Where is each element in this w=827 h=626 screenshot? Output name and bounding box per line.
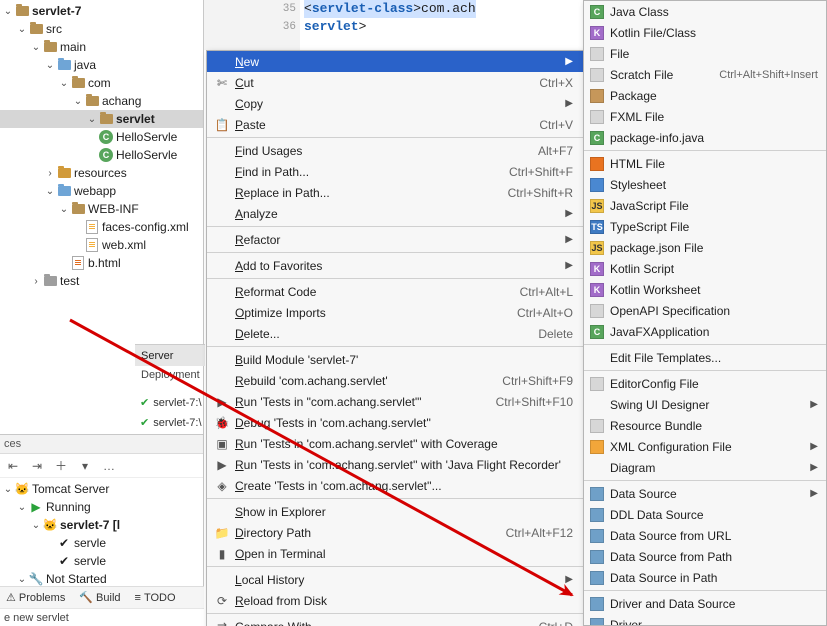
deployment-tab[interactable]: Deployment — [135, 366, 205, 384]
context-menu-item[interactable]: 📋PasteCtrl+V — [207, 114, 583, 135]
tree-node[interactable]: b.html — [0, 254, 203, 272]
context-menu-item[interactable]: Add to Favorites▶ — [207, 255, 583, 276]
services-panel-header: ces — [0, 435, 203, 454]
context-menu-item[interactable]: Show in Explorer — [207, 501, 583, 522]
submenu-item[interactable]: Driver and Data Source — [584, 593, 826, 614]
settings-icon[interactable]: … — [100, 457, 118, 475]
submenu-item[interactable]: Resource Bundle — [584, 415, 826, 436]
submenu-item[interactable]: KKotlin Worksheet — [584, 279, 826, 300]
filter-icon[interactable]: ▾ — [76, 457, 94, 475]
context-menu-item[interactable]: 📁Directory PathCtrl+Alt+F12 — [207, 522, 583, 543]
context-menu-item[interactable]: ◈Create 'Tests in 'com.achang.servlet''.… — [207, 475, 583, 496]
tree-node[interactable]: ⌄achang — [0, 92, 203, 110]
service-node[interactable]: ⌄🐱Tomcat Server — [0, 480, 203, 498]
submenu-item[interactable]: Stylesheet — [584, 174, 826, 195]
bottom-tool-tabs: ⚠Problems 🔨Build ≡TODO — [0, 586, 204, 608]
context-menu-item[interactable]: New▶ — [207, 51, 583, 72]
collapse-icon[interactable]: ⇥ — [28, 457, 46, 475]
context-menu-item[interactable]: Find in Path...Ctrl+Shift+F — [207, 161, 583, 182]
submenu-item[interactable]: CJava Class — [584, 1, 826, 22]
context-menu-item[interactable]: ▣Run 'Tests in 'com.achang.servlet'' wit… — [207, 433, 583, 454]
context-menu-item[interactable]: ⟳Reload from Disk — [207, 590, 583, 611]
new-submenu[interactable]: CJava ClassKKotlin File/ClassFileScratch… — [583, 0, 827, 626]
tree-node[interactable]: ⌄servlet — [0, 110, 203, 128]
context-menu-item[interactable]: Build Module 'servlet-7' — [207, 349, 583, 370]
services-toolbar: ⇤ ⇥ ＋ ▾ … — [0, 454, 203, 478]
tree-node[interactable]: web.xml — [0, 236, 203, 254]
submenu-item[interactable]: KKotlin File/Class — [584, 22, 826, 43]
context-menu-item[interactable]: Optimize ImportsCtrl+Alt+O — [207, 302, 583, 323]
context-menu-item[interactable]: Reformat CodeCtrl+Alt+L — [207, 281, 583, 302]
submenu-item[interactable]: Diagram▶ — [584, 457, 826, 478]
context-menu-item[interactable]: Delete...Delete — [207, 323, 583, 344]
tree-node[interactable]: CHelloServle — [0, 146, 203, 164]
context-menu-item[interactable]: Local History▶ — [207, 569, 583, 590]
submenu-item[interactable]: HTML File — [584, 153, 826, 174]
expand-icon[interactable]: ⇤ — [4, 457, 22, 475]
submenu-item[interactable]: Scratch FileCtrl+Alt+Shift+Insert — [584, 64, 826, 85]
submenu-item[interactable]: Edit File Templates... — [584, 347, 826, 368]
submenu-item[interactable]: Data Source▶ — [584, 483, 826, 504]
tree-node[interactable]: ›resources — [0, 164, 203, 182]
status-bar: e new servlet — [0, 608, 204, 626]
submenu-item[interactable]: Driver — [584, 614, 826, 626]
code-editor[interactable]: 3536 <servlet-class>com.ach servlet> — [204, 0, 584, 50]
submenu-item[interactable]: DDL Data Source — [584, 504, 826, 525]
context-menu-item[interactable]: ▮Open in Terminal — [207, 543, 583, 564]
submenu-item[interactable]: TSTypeScript File — [584, 216, 826, 237]
context-menu-item[interactable]: ✄CutCtrl+X — [207, 72, 583, 93]
submenu-item[interactable]: EditorConfig File — [584, 373, 826, 394]
submenu-item[interactable]: File — [584, 43, 826, 64]
deployment-artifact[interactable]: ✔servlet-7:\ — [140, 396, 202, 409]
submenu-item[interactable]: Data Source from URL — [584, 525, 826, 546]
submenu-item[interactable]: JSpackage.json File — [584, 237, 826, 258]
tab-problems[interactable]: ⚠Problems — [6, 591, 65, 604]
tree-node[interactable]: ⌄servlet-7 — [0, 2, 203, 20]
tree-node[interactable]: ›test — [0, 272, 203, 290]
context-menu-item[interactable]: Refactor▶ — [207, 229, 583, 250]
service-node[interactable]: ✔servle — [0, 534, 203, 552]
context-menu-item[interactable]: Analyze▶ — [207, 203, 583, 224]
submenu-item[interactable]: JSJavaScript File — [584, 195, 826, 216]
tree-node[interactable]: ⌄com — [0, 74, 203, 92]
add-icon[interactable]: ＋ — [52, 457, 70, 475]
context-menu-item[interactable]: Rebuild 'com.achang.servlet'Ctrl+Shift+F… — [207, 370, 583, 391]
submenu-item[interactable]: Data Source from Path — [584, 546, 826, 567]
context-menu-item[interactable]: ⇄Compare With...Ctrl+D — [207, 616, 583, 626]
service-node[interactable]: ⌄▶Running — [0, 498, 203, 516]
submenu-item[interactable]: CJavaFXApplication — [584, 321, 826, 342]
tree-node[interactable]: CHelloServle — [0, 128, 203, 146]
context-menu-item[interactable]: 🐞Debug 'Tests in 'com.achang.servlet'' — [207, 412, 583, 433]
submenu-item[interactable]: FXML File — [584, 106, 826, 127]
tree-node[interactable]: ⌄webapp — [0, 182, 203, 200]
context-menu-item[interactable]: ▶Run 'Tests in "com.achang.servlet"'Ctrl… — [207, 391, 583, 412]
context-menu-item[interactable]: Copy▶ — [207, 93, 583, 114]
project-tool-window: ⌄servlet-7⌄src⌄main⌄java⌄com⌄achang⌄serv… — [0, 0, 204, 626]
submenu-item[interactable]: Data Source in Path — [584, 567, 826, 588]
tree-node[interactable]: ⌄WEB-INF — [0, 200, 203, 218]
tree-node[interactable]: ⌄java — [0, 56, 203, 74]
tree-node[interactable]: faces-config.xml — [0, 218, 203, 236]
context-menu-item[interactable]: Find UsagesAlt+F7 — [207, 140, 583, 161]
tree-node[interactable]: ⌄main — [0, 38, 203, 56]
context-menu-item[interactable]: ▶Run 'Tests in 'com.achang.servlet'' wit… — [207, 454, 583, 475]
tab-todo[interactable]: ≡TODO — [135, 592, 176, 604]
submenu-item[interactable]: XML Configuration File▶ — [584, 436, 826, 457]
submenu-item[interactable]: OpenAPI Specification — [584, 300, 826, 321]
submenu-item[interactable]: Swing UI Designer▶ — [584, 394, 826, 415]
service-node[interactable]: ⌄🐱servlet-7 [l — [0, 516, 203, 534]
server-tab[interactable]: Server — [135, 344, 205, 366]
context-menu[interactable]: New▶✄CutCtrl+XCopy▶📋PasteCtrl+V Find Usag… — [206, 50, 584, 626]
submenu-item[interactable]: KKotlin Script — [584, 258, 826, 279]
tree-node[interactable]: ⌄src — [0, 20, 203, 38]
context-menu-item[interactable]: Replace in Path...Ctrl+Shift+R — [207, 182, 583, 203]
tab-build[interactable]: 🔨Build — [79, 591, 120, 604]
submenu-item[interactable]: Package — [584, 85, 826, 106]
deployment-artifact[interactable]: ✔servlet-7:\ — [140, 416, 202, 429]
submenu-item[interactable]: Cpackage-info.java — [584, 127, 826, 148]
service-node[interactable]: ✔servle — [0, 552, 203, 570]
